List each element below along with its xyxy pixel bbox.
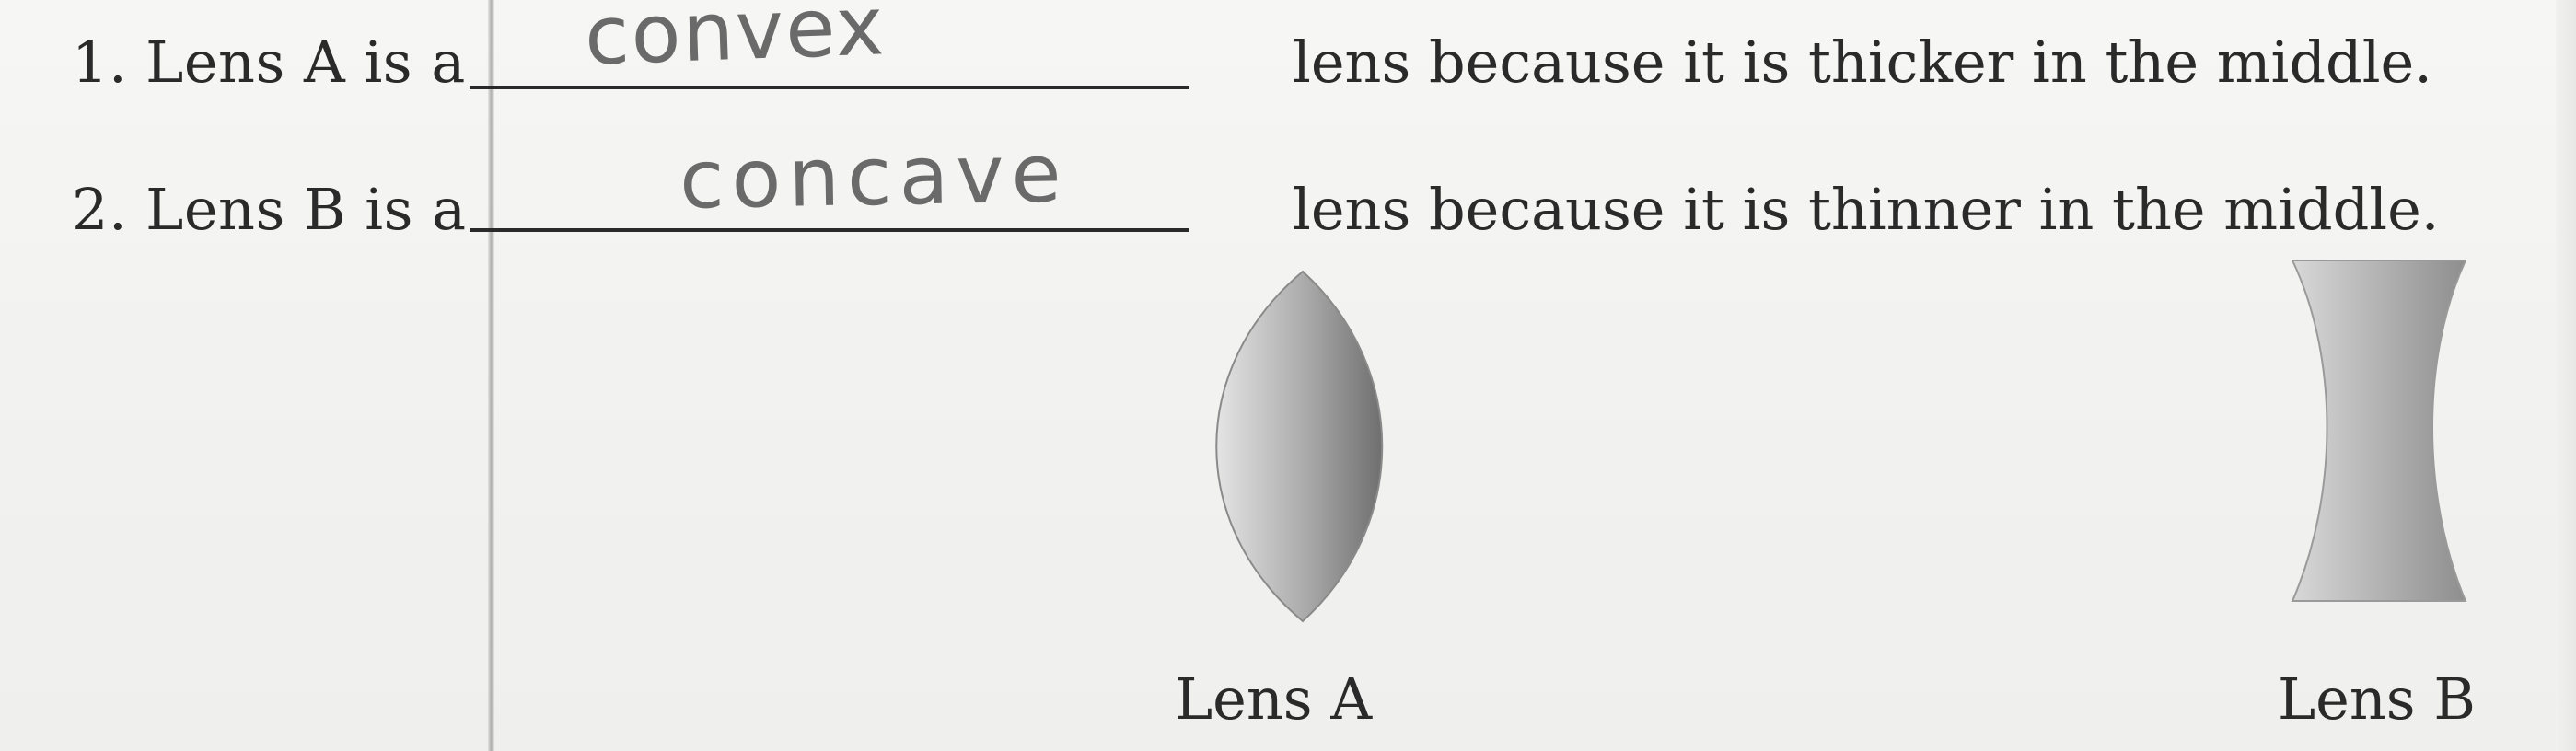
question-1-suffix: lens because it is thicker in the middle… [1293, 29, 2432, 96]
lens-a-label: Lens A [1175, 665, 1373, 733]
lens-b-label: Lens B [2278, 665, 2476, 733]
question-1-prefix: Lens A is a [145, 29, 466, 96]
question-2: 2. Lens B is a [72, 173, 467, 247]
page-edge [2556, 0, 2576, 751]
concave-lens-icon [2291, 260, 2467, 602]
worksheet-page: 1. Lens A is a convex lens because it is … [0, 0, 2576, 751]
question-2-suffix: lens because it is thinner in the middle… [1293, 176, 2440, 243]
handwritten-answer-1: convex [583, 0, 888, 84]
question-1-number: 1. [72, 29, 128, 96]
question-2-number: 2. [72, 176, 128, 243]
convex-lens-icon [1215, 270, 1384, 623]
question-2-prefix: Lens B is a [145, 176, 467, 243]
question-1: 1. Lens A is a [72, 26, 466, 99]
margin-line [488, 0, 494, 751]
handwritten-answer-2: concave [679, 125, 1070, 227]
